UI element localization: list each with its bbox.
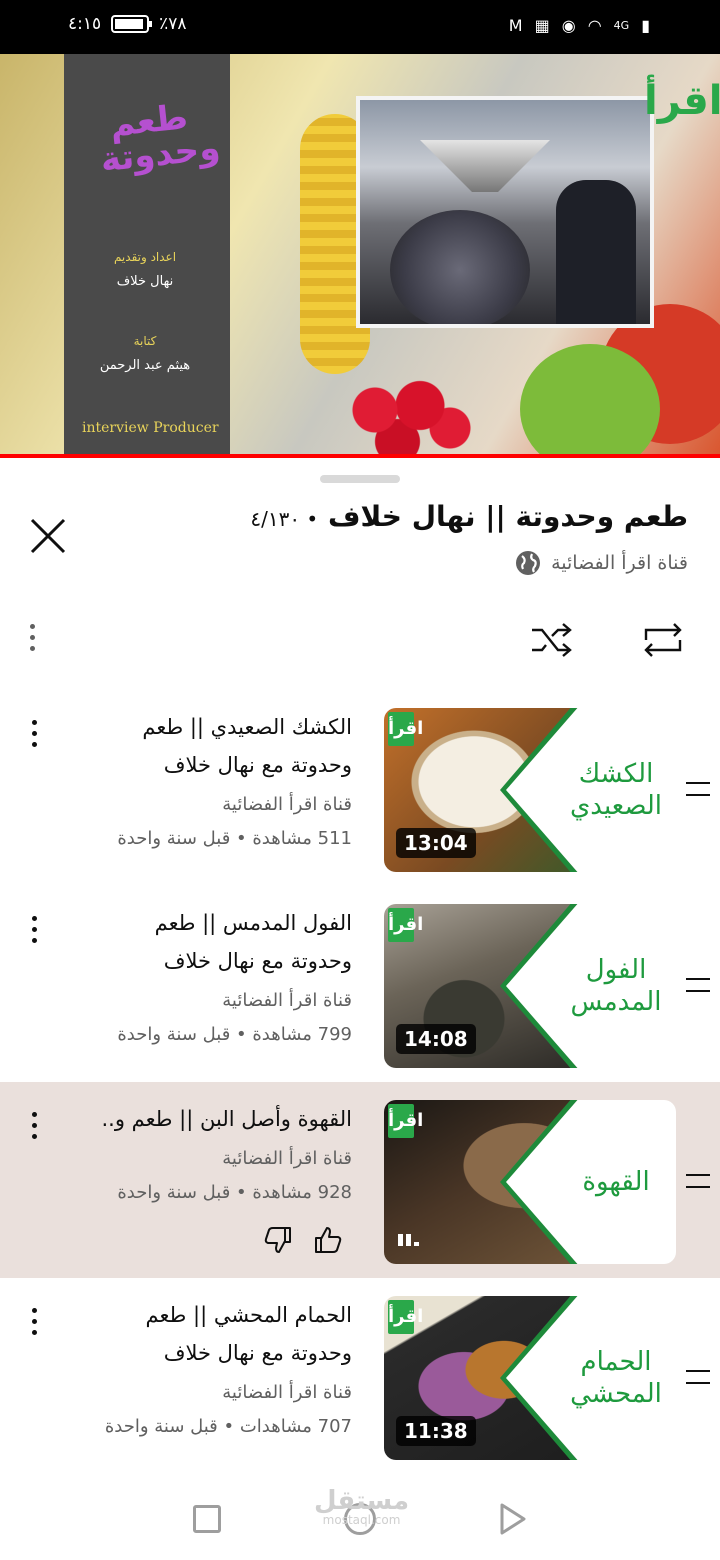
item-more-icon[interactable] [28, 916, 40, 943]
reorder-handle-icon[interactable] [686, 978, 710, 992]
video-thumbnail[interactable]: الفول المدمس اقرأ 14:08 [384, 904, 676, 1068]
playlist-item[interactable]: الحمام المحشي اقرأ 11:38 الحمام المحشي |… [0, 1278, 720, 1474]
video-thumbnail[interactable]: القهوة اقرأ [384, 1100, 676, 1264]
video-inset-frame [356, 96, 654, 328]
recents-icon[interactable] [193, 1505, 221, 1533]
playlist-sheet: طعم وحدوتة || نهال خلاف • ٤/١٣٠ قناة اقر… [0, 460, 720, 1490]
calendar-icon: ▦ [534, 16, 550, 35]
credit-role-presenter: اعداد وتقديم [113, 250, 177, 264]
gmail-icon: M [508, 16, 523, 35]
credit-name-writer: هيثم عبد الرحمن [99, 358, 191, 373]
sheet-drag-handle[interactable] [320, 475, 400, 483]
show-logo: طعم وحدوتة [98, 97, 222, 181]
wifi-icon: ◠ [587, 16, 602, 35]
thumb-down-icon[interactable] [262, 1224, 294, 1256]
credit-name-presenter: نهال خلاف [116, 274, 174, 289]
video-thumbnail[interactable]: الحمام المحشي اقرأ 11:38 [384, 1296, 676, 1460]
item-more-icon[interactable] [28, 720, 40, 747]
reorder-handle-icon[interactable] [686, 782, 710, 796]
radish-decoration [330, 374, 480, 458]
credit-role-writer: كتابة [133, 334, 157, 348]
globe-icon [516, 551, 541, 575]
playlist-item[interactable]: الفول المدمس اقرأ 14:08 الفول المدمس || … [0, 886, 720, 1082]
playlist-item-now-playing[interactable]: القهوة اقرأ القهوة وأصل البن || طعم و...… [0, 1082, 720, 1278]
duration-badge: 11:38 [396, 1416, 476, 1446]
video-title[interactable]: الكشك الصعيدي || طعم وحدوتة مع نهال خلاف [102, 708, 352, 784]
shuffle-icon[interactable] [530, 618, 574, 662]
status-right: M ▦ ◉ ◠ 4G ▮ [509, 16, 650, 35]
playback-progress-bar[interactable] [0, 454, 720, 458]
playlist-channel[interactable]: قناة اقرأ الفضائية [515, 550, 688, 576]
thumbnail-channel-logo: اقرأ [388, 1104, 423, 1138]
thumbnail-channel-logo: اقرأ [388, 908, 423, 942]
battery-icon [111, 15, 153, 33]
playlist-title-text: طعم وحدوتة || نهال خلاف [327, 500, 688, 533]
video-title[interactable]: الفول المدمس || طعم وحدوتة مع نهال خلاف [102, 904, 352, 980]
reorder-handle-icon[interactable] [686, 1174, 710, 1188]
thumbnail-label: القهوة [582, 1166, 650, 1197]
status-left: ٤:١٥ ٪٧٨ [68, 14, 187, 34]
network-type: 4G [613, 19, 630, 32]
thumb-up-icon[interactable] [312, 1224, 344, 1256]
thumbnail-label: الحمام المحشي [570, 1346, 662, 1410]
thumbnail-label: الكشك الصعيدي [569, 758, 663, 822]
thumbnail-channel-logo: اقرأ [388, 1300, 423, 1334]
loop-icon[interactable] [640, 618, 686, 662]
now-playing-icon [398, 1234, 419, 1246]
back-icon[interactable] [498, 1502, 528, 1536]
credit-producer-label: interview Producer [82, 420, 219, 436]
video-meta: 928 مشاهدة • قبل سنة واحدة [117, 1182, 352, 1203]
playlist-position: • ٤/١٣٠ [250, 507, 319, 531]
video-meta: 707 مشاهدات • قبل سنة واحدة [104, 1416, 352, 1437]
video-meta: 799 مشاهدة • قبل سنة واحدة [117, 1024, 352, 1045]
video-channel: قناة اقرأ الفضائية [222, 1148, 352, 1169]
close-icon[interactable] [26, 514, 70, 558]
channel-logo: اقرأ [644, 78, 720, 124]
video-title[interactable]: القهوة وأصل البن || طعم و... [102, 1100, 352, 1138]
video-channel: قناة اقرأ الفضائية [222, 990, 352, 1011]
video-title[interactable]: الحمام المحشي || طعم وحدوتة مع نهال خلاف [102, 1296, 353, 1372]
grinder-machine [390, 210, 530, 324]
video-thumbnail[interactable]: الكشك الصعيدي اقرأ 13:04 [384, 708, 676, 872]
duration-badge: 13:04 [396, 828, 476, 858]
messenger-icon: ◉ [561, 16, 576, 35]
playlist-item[interactable]: الكشك الصعيدي اقرأ 13:04 الكشك الصعيدي |… [0, 690, 720, 886]
signal-icon: ▮ [641, 16, 650, 35]
video-player[interactable]: طعم وحدوتة اعداد وتقديم نهال خلاف كتابة … [0, 54, 720, 458]
thumbnail-channel-logo: اقرأ [388, 712, 423, 746]
thumbnail-label: الفول المدمس [570, 954, 662, 1018]
grinder-funnel [420, 140, 550, 192]
presenter-figure [556, 180, 636, 324]
reorder-handle-icon[interactable] [686, 1370, 710, 1384]
playlist-title: طعم وحدوتة || نهال خلاف • ٤/١٣٠ [250, 500, 688, 533]
status-bar: ٤:١٥ ٪٧٨ M ▦ ◉ ◠ 4G ▮ [0, 0, 720, 54]
video-meta: 511 مشاهدة • قبل سنة واحدة [117, 828, 352, 849]
video-channel: قناة اقرأ الفضائية [222, 794, 352, 815]
battery-level: ٪٧٨ [159, 14, 187, 34]
clock: ٤:١٥ [68, 14, 102, 34]
item-more-icon[interactable] [28, 1112, 40, 1139]
item-more-icon[interactable] [28, 1308, 40, 1335]
playlist-more-icon[interactable] [26, 624, 38, 651]
watermark: مستقل mostaql.com [314, 1486, 410, 1527]
video-channel: قناة اقرأ الفضائية [222, 1382, 352, 1403]
playlist-channel-name: قناة اقرأ الفضائية [551, 552, 688, 574]
duration-badge: 14:08 [396, 1024, 476, 1054]
